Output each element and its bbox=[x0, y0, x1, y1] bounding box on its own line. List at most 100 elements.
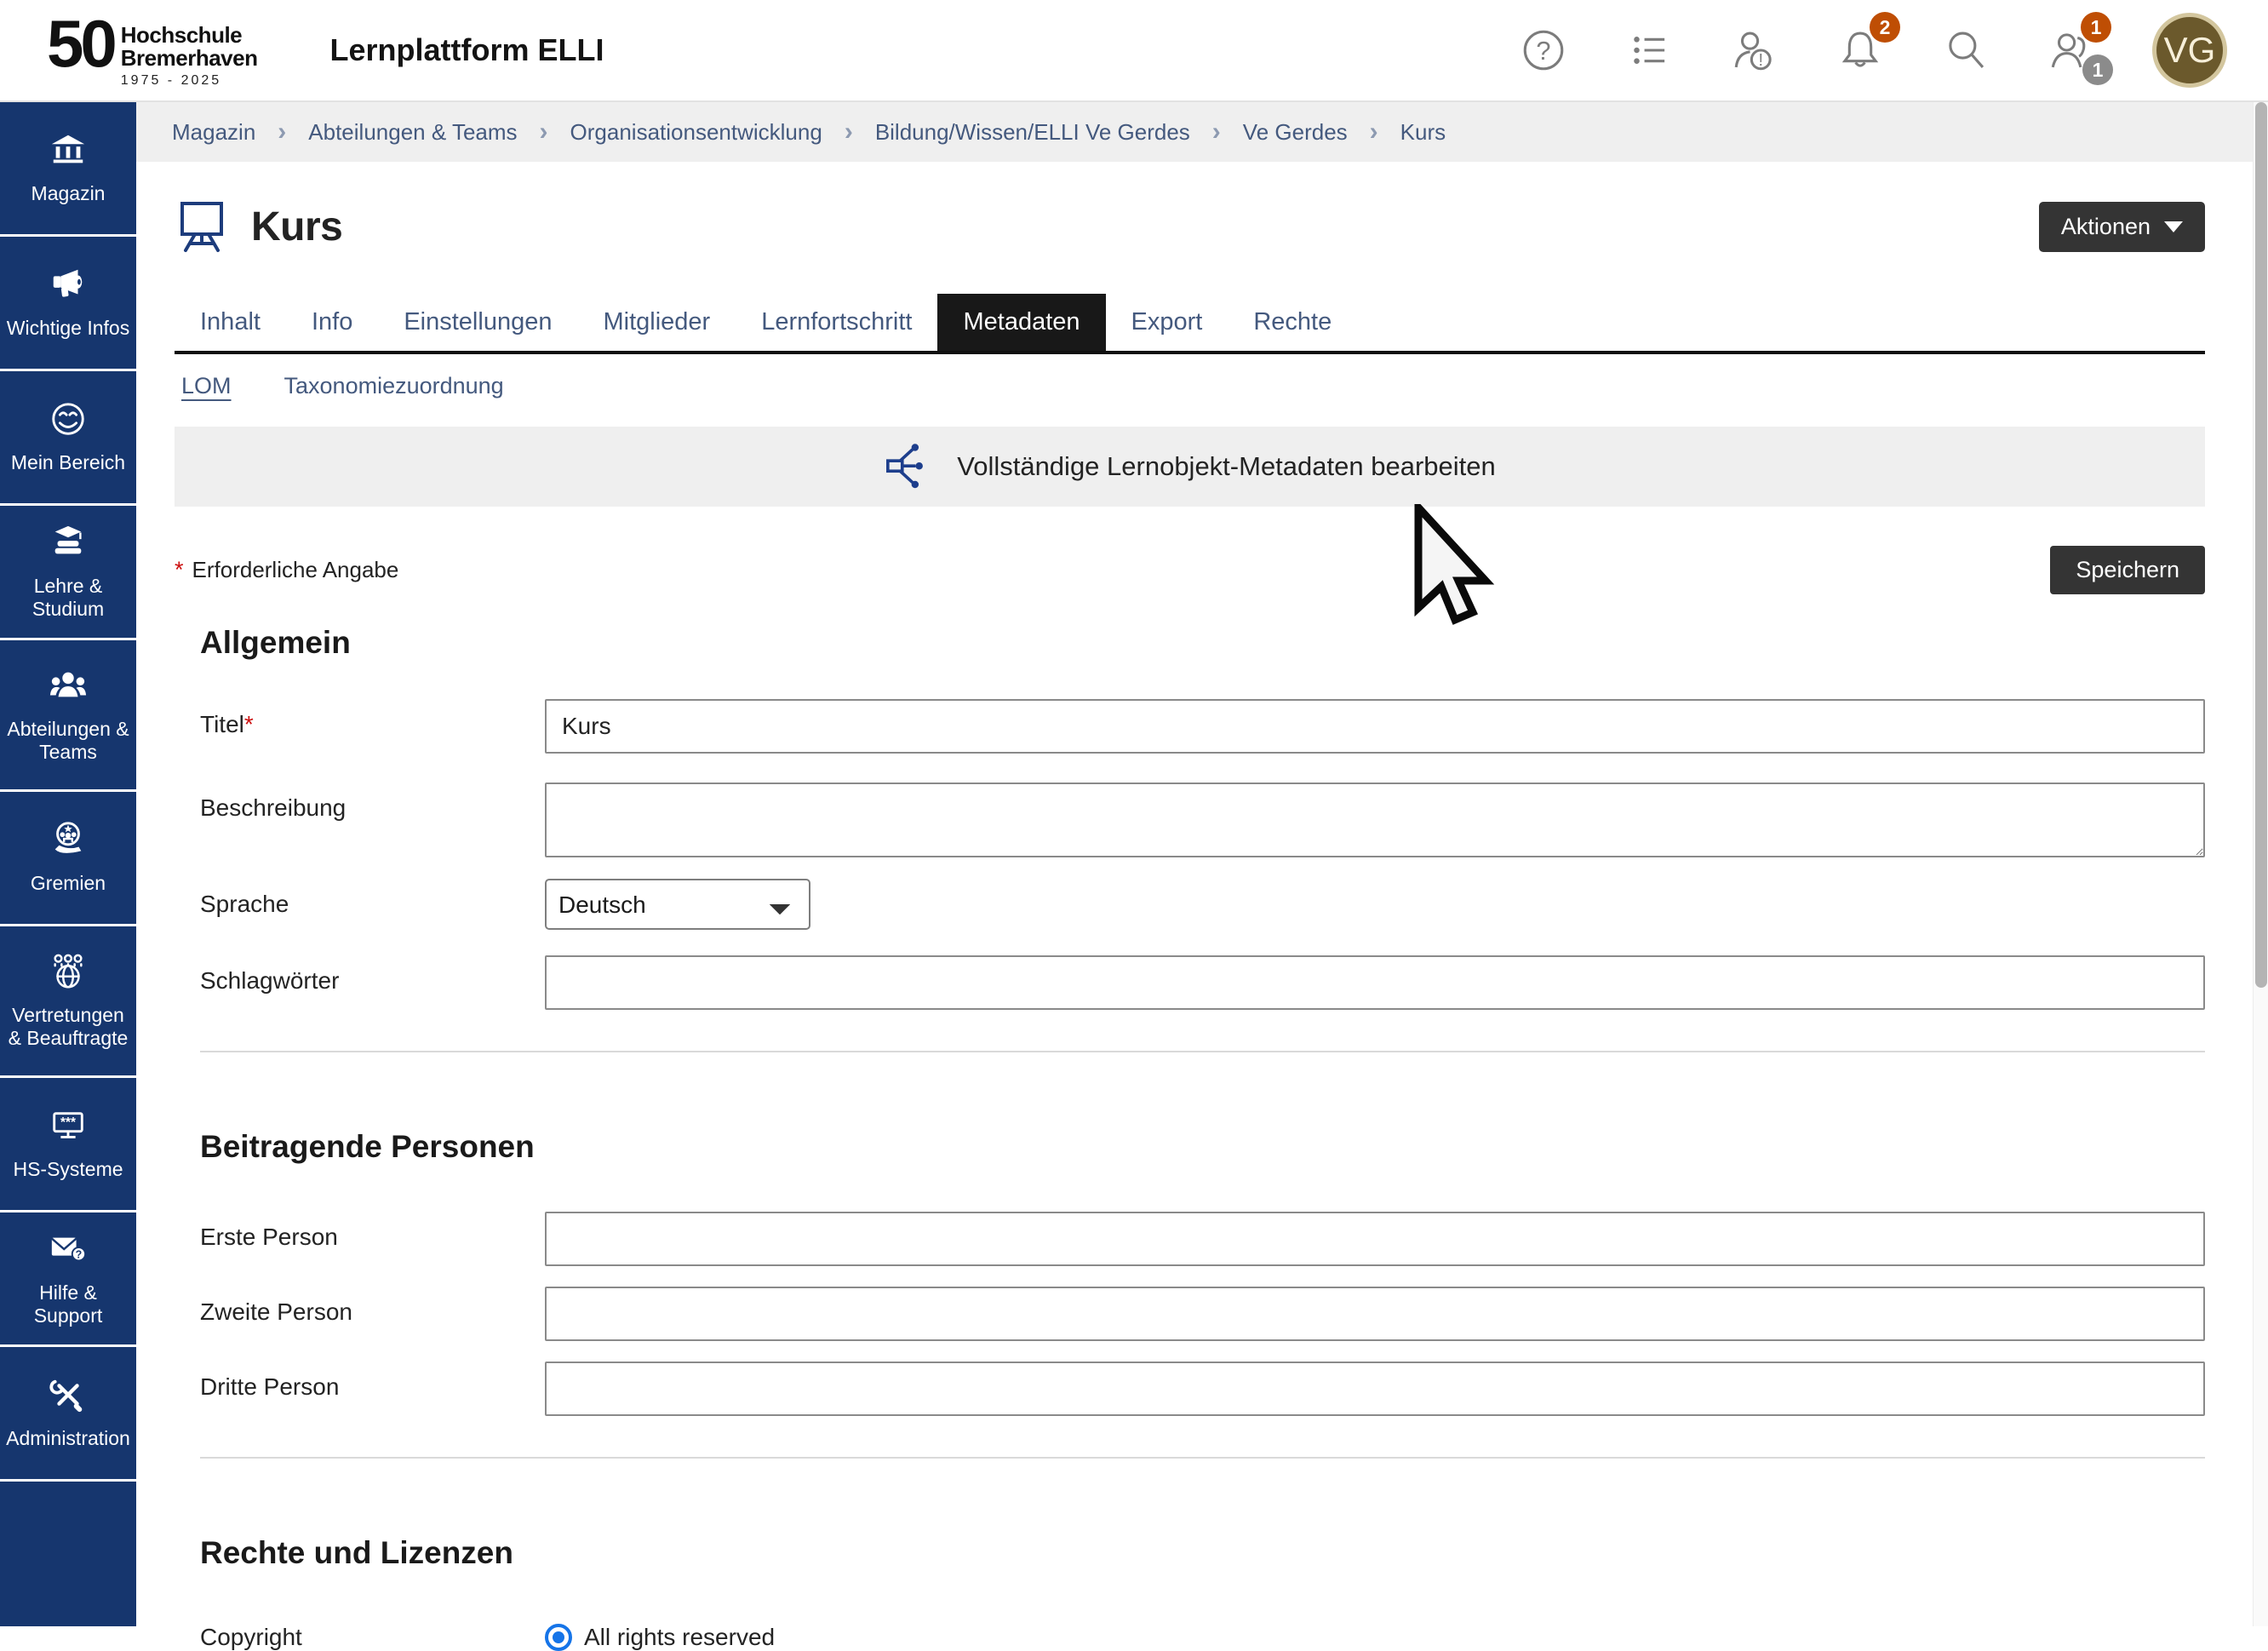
breadcrumb-bildung-wissen[interactable]: Bildung/Wissen/ELLI Ve Gerdes bbox=[875, 119, 1190, 146]
logo-line1: Hochschule bbox=[121, 24, 258, 47]
tab-mitglieder[interactable]: Mitglieder bbox=[577, 294, 736, 351]
erste-person-label: Erste Person bbox=[200, 1212, 545, 1251]
titel-input[interactable] bbox=[545, 699, 2205, 754]
megaphone-icon bbox=[49, 265, 88, 308]
sidebar-item-mein-bereich[interactable]: Mein Bereich bbox=[0, 371, 136, 506]
breadcrumb-magazin[interactable]: Magazin bbox=[172, 119, 255, 146]
sidebar-item-hilfe-support[interactable]: ? Hilfe & Support bbox=[0, 1212, 136, 1347]
copyright-radio-label: All rights reserved bbox=[584, 1624, 775, 1651]
course-easel-icon bbox=[175, 194, 229, 260]
contacts-icon[interactable]: 1 1 bbox=[2047, 26, 2096, 75]
form-row-schlagwoerter: Schlagwörter bbox=[200, 955, 2205, 1010]
avatar-initials: VG bbox=[2164, 30, 2216, 71]
tab-metadaten[interactable]: Metadaten bbox=[937, 294, 1105, 351]
sidebar-item-lehre-studium[interactable]: Lehre & Studium bbox=[0, 506, 136, 640]
sprache-label: Sprache bbox=[200, 879, 545, 918]
tab-einstellungen[interactable]: Einstellungen bbox=[378, 294, 577, 351]
section-heading-beitragende: Beitragende Personen bbox=[200, 1129, 2205, 1165]
bank-icon bbox=[49, 130, 88, 174]
dritte-person-label: Dritte Person bbox=[200, 1362, 545, 1401]
university-logo[interactable]: 50 Hochschule Bremerhaven 1975 - 2025 bbox=[47, 12, 257, 89]
sidebar-item-wichtige-infos[interactable]: Wichtige Infos bbox=[0, 237, 136, 371]
chevron-down-icon bbox=[2164, 221, 2183, 232]
mail-help-icon: ? bbox=[49, 1230, 88, 1273]
breadcrumb: Magazin › Abteilungen & Teams › Organisa… bbox=[136, 102, 2253, 162]
svg-text:?: ? bbox=[76, 1248, 83, 1260]
section-heading-rechte: Rechte und Lizenzen bbox=[200, 1535, 2205, 1571]
sidebar-item-administration[interactable]: Administration bbox=[0, 1347, 136, 1482]
sidebar-item-gremien[interactable]: Gremien bbox=[0, 792, 136, 926]
tab-rechte[interactable]: Rechte bbox=[1228, 294, 1357, 351]
people-group-icon bbox=[49, 666, 88, 709]
breadcrumb-abteilungen[interactable]: Abteilungen & Teams bbox=[308, 119, 517, 146]
tab-inhalt[interactable]: Inhalt bbox=[175, 294, 286, 351]
user-avatar[interactable]: VG bbox=[2152, 13, 2227, 88]
breadcrumb-organisationsentwicklung[interactable]: Organisationsentwicklung bbox=[570, 119, 822, 146]
list-icon[interactable] bbox=[1624, 26, 1674, 75]
titel-label: Titel* bbox=[200, 699, 545, 738]
erste-person-input[interactable] bbox=[545, 1212, 2205, 1266]
sprache-select[interactable]: Deutsch bbox=[545, 879, 810, 930]
form-row-zweite-person: Zweite Person bbox=[200, 1287, 2205, 1341]
subtab-taxonomiezuordnung[interactable]: Taxonomiezuordnung bbox=[284, 373, 504, 399]
vertical-scrollbar[interactable] bbox=[2253, 102, 2268, 1626]
edit-full-metadata-banner[interactable]: Vollständige Lernobjekt-Metadaten bearbe… bbox=[175, 427, 2205, 507]
sidebar-item-abteilungen-teams[interactable]: Abteilungen & Teams bbox=[0, 640, 136, 792]
scrollbar-thumb[interactable] bbox=[2255, 102, 2267, 988]
tab-export[interactable]: Export bbox=[1106, 294, 1228, 351]
required-marker: * bbox=[175, 557, 184, 583]
logo-50: 50 bbox=[47, 12, 114, 75]
svg-text:?: ? bbox=[1536, 36, 1550, 66]
form-row-dritte-person: Dritte Person bbox=[200, 1362, 2205, 1416]
contacts-badge-secondary: 1 bbox=[2082, 54, 2113, 85]
zweite-person-input[interactable] bbox=[545, 1287, 2205, 1341]
copyright-label: Copyright bbox=[200, 1624, 545, 1651]
svg-text:***: *** bbox=[60, 1115, 76, 1130]
notifications-badge: 2 bbox=[1870, 12, 1900, 43]
subtab-bar: LOM Taxonomiezuordnung bbox=[175, 373, 2205, 399]
form-row-beschreibung: Beschreibung bbox=[200, 783, 2205, 862]
breadcrumb-kurs[interactable]: Kurs bbox=[1400, 119, 1446, 146]
form-row-copyright: Copyright All rights reserved bbox=[200, 1624, 2205, 1651]
logo-years: 1975 - 2025 bbox=[121, 73, 258, 89]
sidebar-item-vertretungen[interactable]: Vertretungen & Beauftragte bbox=[0, 926, 136, 1078]
sidebar-item-hs-systeme[interactable]: *** HS-Systeme bbox=[0, 1078, 136, 1212]
section-divider bbox=[200, 1457, 2205, 1459]
globe-people-icon bbox=[49, 952, 88, 995]
dritte-person-input[interactable] bbox=[545, 1362, 2205, 1416]
actions-button[interactable]: Aktionen bbox=[2039, 202, 2205, 252]
required-hint: Erforderliche Angabe bbox=[192, 557, 399, 583]
app-title: Lernplattform ELLI bbox=[329, 32, 604, 68]
page-title: Kurs bbox=[251, 204, 342, 250]
section-heading-allgemein: Allgemein bbox=[200, 625, 2205, 661]
form-row-erste-person: Erste Person bbox=[200, 1212, 2205, 1266]
bell-icon[interactable]: 2 bbox=[1836, 26, 1885, 75]
schlagwoerter-label: Schlagwörter bbox=[200, 955, 545, 995]
copyright-radio[interactable] bbox=[545, 1624, 572, 1651]
form-row-sprache: Sprache Deutsch bbox=[200, 879, 2205, 930]
sidebar-item-magazin[interactable]: Magazin bbox=[0, 102, 136, 237]
search-icon[interactable] bbox=[1941, 26, 1990, 75]
help-icon[interactable]: ? bbox=[1519, 26, 1568, 75]
user-alert-icon[interactable]: ! bbox=[1730, 26, 1779, 75]
tools-icon bbox=[49, 1375, 88, 1419]
svg-text:!: ! bbox=[1758, 51, 1763, 70]
section-divider bbox=[200, 1051, 2205, 1052]
breadcrumb-ve-gerdes[interactable]: Ve Gerdes bbox=[1243, 119, 1348, 146]
form-row-titel: Titel* bbox=[200, 699, 2205, 754]
tab-info[interactable]: Info bbox=[286, 294, 378, 351]
committee-icon bbox=[49, 820, 88, 863]
monitor-icon: *** bbox=[49, 1106, 88, 1149]
save-button[interactable]: Speichern bbox=[2050, 546, 2205, 594]
books-icon bbox=[49, 523, 88, 566]
tab-lernfortschritt[interactable]: Lernfortschritt bbox=[736, 294, 937, 351]
schlagwoerter-input[interactable] bbox=[545, 955, 2205, 1010]
subtab-lom[interactable]: LOM bbox=[181, 373, 232, 399]
banner-label: Vollständige Lernobjekt-Metadaten bearbe… bbox=[957, 451, 1496, 482]
metadata-nodes-icon bbox=[884, 440, 933, 494]
beschreibung-textarea[interactable] bbox=[545, 783, 2205, 857]
top-header: 50 Hochschule Bremerhaven 1975 - 2025 Le… bbox=[0, 0, 2268, 102]
smiley-icon bbox=[49, 399, 88, 443]
contacts-badge-new: 1 bbox=[2081, 12, 2111, 43]
zweite-person-label: Zweite Person bbox=[200, 1287, 545, 1326]
